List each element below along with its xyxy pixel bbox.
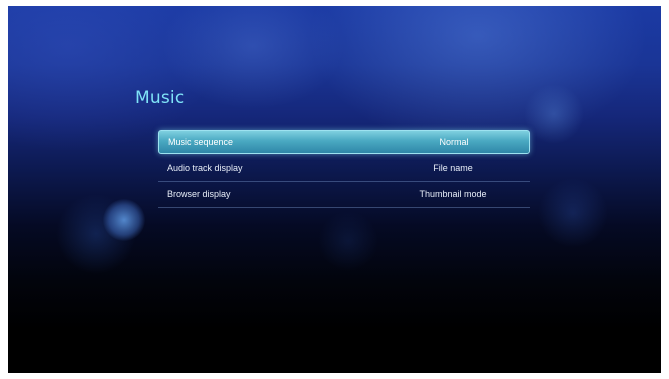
background-bokeh: [56, 194, 136, 274]
background-bokeh: [538, 178, 608, 248]
setting-row-audio-track-display[interactable]: Audio track display File name: [158, 156, 530, 182]
tv-screen: Music Music sequence Normal Audio track …: [8, 6, 661, 373]
setting-value: Normal: [439, 137, 469, 147]
setting-row-music-sequence[interactable]: Music sequence Normal: [158, 130, 530, 154]
setting-label: Browser display: [167, 189, 231, 199]
settings-list: Music sequence Normal Audio track displa…: [158, 130, 530, 208]
background-bokeh: [103, 199, 145, 241]
setting-row-browser-display[interactable]: Browser display Thumbnail mode: [158, 182, 530, 208]
page-title: Music: [135, 88, 185, 108]
setting-label: Audio track display: [167, 163, 243, 173]
background-bokeh: [318, 211, 378, 271]
setting-value: File name: [433, 163, 473, 173]
setting-value: Thumbnail mode: [419, 189, 487, 199]
background-bokeh: [524, 84, 584, 144]
setting-label: Music sequence: [168, 137, 234, 147]
